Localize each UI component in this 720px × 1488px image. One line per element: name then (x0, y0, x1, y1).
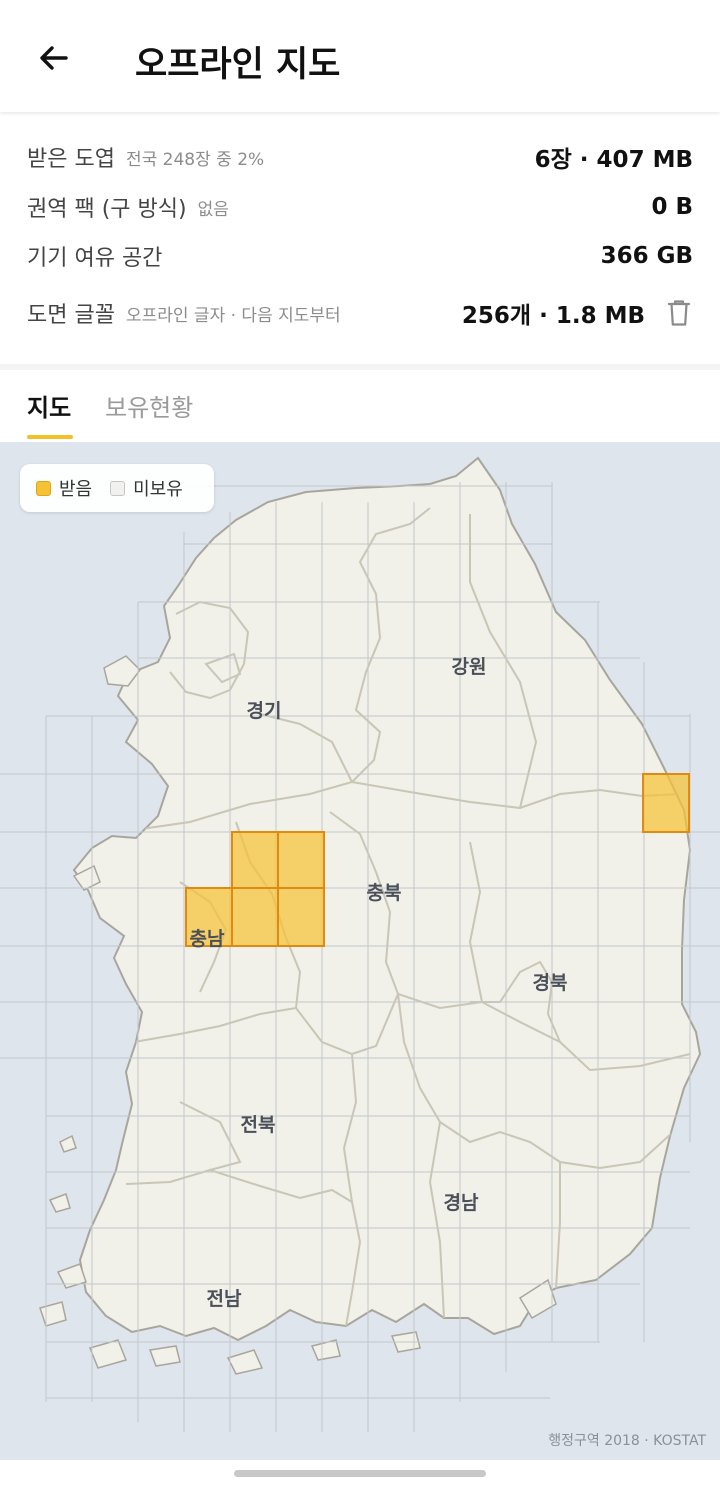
tab-bar: 지도 보유현황 (0, 370, 720, 442)
legend-label-not-owned: 미보유 (133, 479, 183, 500)
row-sublabel: 없음 (197, 199, 229, 220)
map-canvas[interactable]: 강원 경기 충북 충남 경북 전북 경남 전남 (0, 442, 720, 1460)
app-bar: 오프라인 지도 (0, 0, 720, 112)
row-label: 권역 팩 (구 방식) (27, 197, 187, 222)
storage-summary: 받은 도엽 전국 248장 중 2% 6장 · 407 MB 권역 팩 (구 방… (0, 112, 720, 366)
tab-holdings[interactable]: 보유현황 (105, 388, 193, 423)
home-indicator[interactable] (234, 1470, 486, 1477)
region-label-chungbuk: 충북 (367, 882, 402, 904)
row-value: 6장 · 407 MB (534, 147, 693, 173)
legend-label-downloaded: 받음 (59, 479, 93, 500)
region-label-gyeonggi: 경기 (247, 700, 282, 722)
map-legend: 받음 미보유 (20, 464, 214, 512)
row-sublabel: 오프라인 글자 · 다음 지도부터 (125, 305, 341, 326)
downloaded-tile[interactable] (277, 831, 325, 889)
row-sublabel: 전국 248장 중 2% (125, 149, 265, 170)
downloaded-tile[interactable] (642, 773, 690, 833)
region-label-gyeongnam: 경남 (444, 1192, 479, 1214)
row-label: 도면 글꼴 (27, 303, 115, 328)
region-pack-row: 권역 팩 (구 방식) 없음 0 B (27, 187, 693, 227)
row-value: 366 GB (600, 243, 693, 269)
map-font-row: 도면 글꼴 오프라인 글자 · 다음 지도부터 256개 · 1.8 MB (27, 293, 693, 333)
legend-swatch-downloaded (36, 480, 51, 496)
map-attribution: 행정구역 2018 · KOSTAT (548, 1433, 706, 1449)
downloaded-tiles-row: 받은 도엽 전국 248장 중 2% 6장 · 407 MB (27, 137, 693, 177)
tab-indicator (27, 435, 73, 439)
row-label: 기기 여유 공간 (27, 246, 163, 271)
arrow-left-icon (40, 46, 68, 70)
downloaded-tile[interactable] (231, 887, 279, 947)
downloaded-tile[interactable] (231, 831, 279, 889)
region-label-gangwon: 강원 (452, 656, 487, 678)
tab-map[interactable]: 지도 (27, 388, 71, 423)
back-button[interactable] (26, 30, 82, 86)
row-value: 256개 · 1.8 MB (461, 303, 645, 329)
row-value: 0 B (651, 194, 693, 220)
trash-icon (667, 300, 691, 326)
downloaded-tile[interactable] (277, 887, 325, 947)
legend-swatch-not-owned (110, 480, 126, 496)
region-label-gyeongbuk: 경북 (533, 972, 568, 994)
offline-tile-map[interactable]: 강원 경기 충북 충남 경북 전북 경남 전남 받음 미보유 행정구역 2018… (0, 442, 720, 1460)
region-label-chungnam: 충남 (190, 928, 225, 950)
system-nav-bar (0, 1460, 720, 1488)
row-label: 받은 도엽 (27, 147, 115, 172)
page-title: 오프라인 지도 (135, 45, 341, 85)
region-label-jeonnam: 전남 (207, 1288, 242, 1310)
free-space-row: 기기 여유 공간 366 GB (27, 236, 693, 276)
region-label-jeonbuk: 전북 (241, 1114, 276, 1136)
delete-font-button[interactable] (665, 297, 693, 329)
